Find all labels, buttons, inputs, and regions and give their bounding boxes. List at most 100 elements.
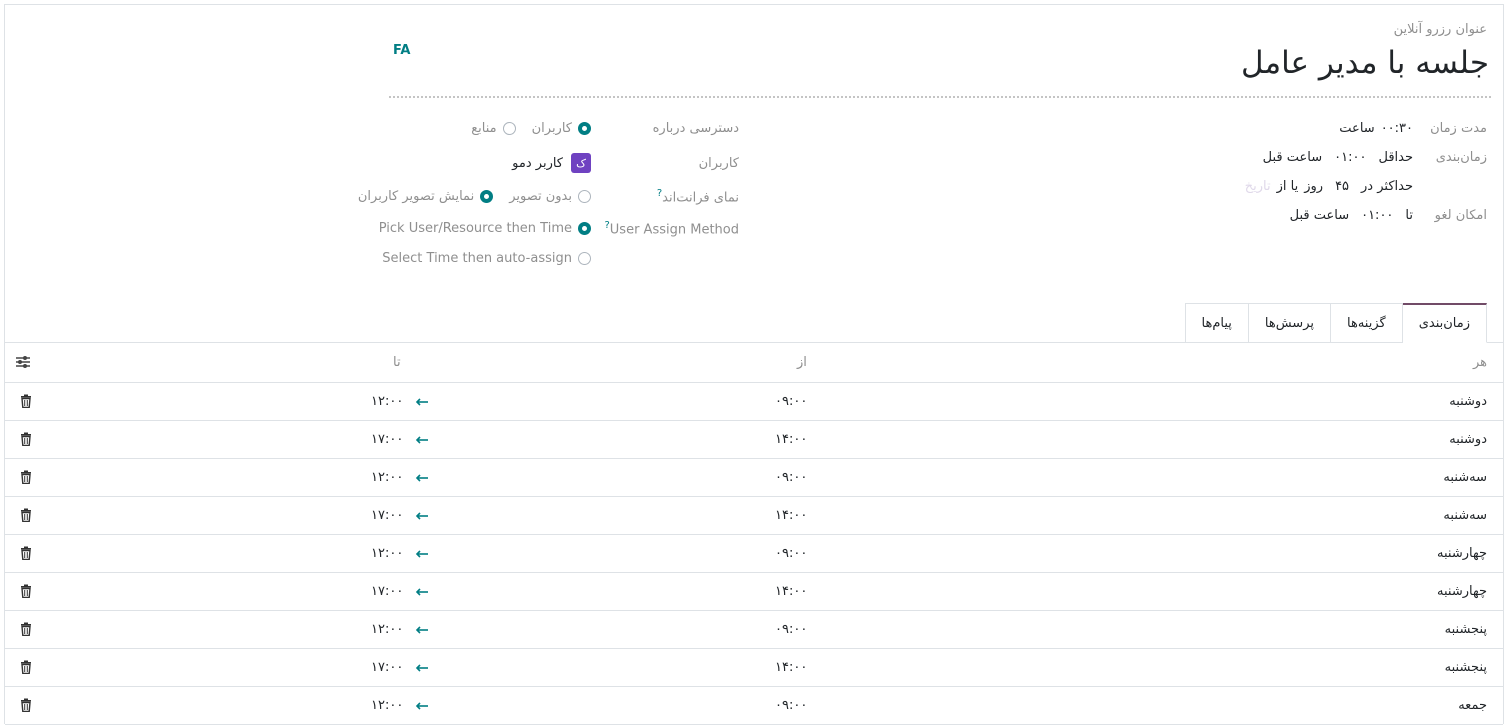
availability-resources-option[interactable]: منابع (471, 121, 516, 136)
row-day[interactable]: چهارشنبه (1437, 584, 1487, 599)
table-row[interactable]: چهارشنبه ۱۴:۰۰ ۱۷:۰۰ (5, 573, 1503, 611)
row-from-time[interactable]: ۱۴:۰۰ (775, 584, 807, 599)
cancel-suffix: ساعت قبل (1289, 208, 1350, 223)
assign-auto-label: Select Time then auto-assign (382, 251, 572, 266)
duration-input[interactable]: ۰۰:۳۰ (1381, 121, 1413, 136)
cancel-prefix: تا (1405, 208, 1413, 223)
row-to-time[interactable]: ۱۲:۰۰ (371, 394, 403, 409)
max-window-prefix: حداکثر در (1361, 179, 1413, 194)
tab-questions[interactable]: پرسش‌ها (1248, 303, 1331, 343)
row-day[interactable]: پنجشنبه (1445, 622, 1487, 637)
frontend-no-picture-option[interactable]: بدون تصویر (509, 189, 591, 204)
trash-icon[interactable] (20, 698, 32, 712)
row-from-time[interactable]: ۱۴:۰۰ (775, 432, 807, 447)
assign-auto-option[interactable]: Select Time then auto-assign (382, 251, 591, 266)
min-schedule-input[interactable]: ۰۱:۰۰ (1334, 150, 1366, 165)
row-day[interactable]: سه‌شنبه (1443, 508, 1487, 523)
row-to-time[interactable]: ۱۲:۰۰ (371, 698, 403, 713)
table-row[interactable]: سه‌شنبه ۱۴:۰۰ ۱۷:۰۰ (5, 497, 1503, 535)
radio-checked-icon[interactable] (578, 122, 591, 135)
row-day[interactable]: دوشنبه (1449, 394, 1487, 409)
tab-schedule[interactable]: زمان‌بندی (1402, 303, 1487, 343)
assign-pick-user-option[interactable]: Pick User/Resource then Time (379, 221, 591, 236)
frontend-show-pictures-option[interactable]: نمایش تصویر کاربران (357, 189, 494, 205)
row-to-time[interactable]: ۱۷:۰۰ (371, 432, 403, 447)
row-from-time[interactable]: ۰۹:۰۰ (775, 470, 807, 485)
table-row[interactable]: جمعه ۰۹:۰۰ ۱۲:۰۰ (5, 687, 1503, 725)
frontend-view-label: نمای فرانت‌اند? (591, 188, 739, 205)
title-input[interactable]: جلسه با مدیر عامل (1241, 45, 1489, 81)
availability-users-option[interactable]: کاربران (532, 121, 591, 136)
scheduling-suffix: ساعت قبل (1262, 150, 1323, 165)
row-to-time[interactable]: ۱۲:۰۰ (371, 546, 403, 561)
cancel-input[interactable]: ۰۱:۰۰ (1361, 208, 1393, 223)
row-from-time[interactable]: ۰۹:۰۰ (775, 622, 807, 637)
title-label: عنوان رزرو آنلاین (1393, 22, 1487, 37)
radio-checked-icon[interactable] (480, 190, 494, 204)
trash-icon[interactable] (20, 432, 32, 446)
trash-icon[interactable] (20, 470, 32, 484)
start-date-input[interactable]: تاریخ (1245, 179, 1271, 194)
row-day[interactable]: چهارشنبه (1437, 546, 1487, 561)
arrow-left-icon (415, 512, 428, 520)
table-row[interactable]: دوشنبه ۱۴:۰۰ ۱۷:۰۰ (5, 421, 1503, 459)
row-day[interactable]: دوشنبه (1449, 432, 1487, 447)
radio-checked-icon[interactable] (578, 222, 591, 236)
arrow-left-icon (415, 588, 428, 596)
column-every[interactable]: هر (1473, 355, 1487, 370)
frontend-view-field: نمای فرانت‌اند? بدون تصویر نمایش تصویر ک… (5, 188, 739, 205)
row-to-time[interactable]: ۱۷:۰۰ (371, 660, 403, 675)
arrow-left-icon (415, 436, 428, 444)
row-from-time[interactable]: ۰۹:۰۰ (775, 546, 807, 561)
table-row[interactable]: دوشنبه ۰۹:۰۰ ۱۲:۰۰ (5, 383, 1503, 421)
tab-options[interactable]: گزینه‌ها (1331, 303, 1403, 343)
title-underline (389, 96, 1491, 98)
user-avatar: ک (571, 153, 591, 173)
duration-unit: ساعت (1339, 121, 1375, 136)
row-to-time[interactable]: ۱۲:۰۰ (371, 470, 403, 485)
row-day[interactable]: پنجشنبه (1445, 660, 1487, 675)
user-tag[interactable]: کاربر دمو (512, 156, 563, 171)
row-day[interactable]: جمعه (1458, 698, 1487, 713)
row-to-time[interactable]: ۱۲:۰۰ (371, 622, 403, 637)
trash-icon[interactable] (20, 394, 32, 408)
max-days-input[interactable]: ۴۵ (1335, 179, 1349, 194)
assign-method-field-2: Select Time then auto-assign (5, 251, 739, 266)
row-day[interactable]: سه‌شنبه (1443, 470, 1487, 485)
trash-icon[interactable] (20, 660, 32, 674)
radio-unchecked-icon[interactable] (502, 122, 516, 135)
frontend-show-pictures-label: نمایش تصویر کاربران (357, 189, 475, 205)
trash-icon[interactable] (20, 584, 32, 598)
column-from[interactable]: از (797, 355, 807, 370)
trash-icon[interactable] (20, 622, 32, 636)
assign-method-label: User Assign Method? (591, 220, 739, 237)
row-from-time[interactable]: ۰۹:۰۰ (775, 394, 807, 409)
table-row[interactable]: پنجشنبه ۱۴:۰۰ ۱۷:۰۰ (5, 649, 1503, 687)
arrow-left-icon (415, 550, 428, 558)
availability-resources-label: منابع (471, 121, 497, 136)
table-row[interactable]: پنجشنبه ۰۹:۰۰ ۱۲:۰۰ (5, 611, 1503, 649)
row-from-time[interactable]: ۰۹:۰۰ (775, 698, 807, 713)
trash-icon[interactable] (20, 508, 32, 522)
arrow-left-icon (415, 664, 428, 672)
trash-icon[interactable] (20, 546, 32, 560)
table-row[interactable]: سه‌شنبه ۰۹:۰۰ ۱۲:۰۰ (5, 459, 1503, 497)
sliders-icon[interactable] (15, 355, 31, 369)
frontend-no-picture-label: بدون تصویر (509, 189, 572, 205)
users-label: کاربران (698, 155, 739, 171)
language-badge[interactable]: FA (393, 43, 410, 58)
radio-unchecked-icon[interactable] (578, 252, 591, 265)
users-field: کاربران ک کاربر دمو (5, 153, 739, 173)
row-from-time[interactable]: ۱۴:۰۰ (775, 660, 807, 675)
column-to[interactable]: تا (393, 355, 401, 370)
table-row[interactable]: چهارشنبه ۰۹:۰۰ ۱۲:۰۰ (5, 535, 1503, 573)
assign-method-field: User Assign Method? Pick User/Resource t… (5, 220, 739, 237)
tab-messages[interactable]: پیام‌ها (1184, 303, 1249, 343)
row-to-time[interactable]: ۱۷:۰۰ (371, 508, 403, 523)
row-to-time[interactable]: ۱۷:۰۰ (371, 584, 403, 599)
row-from-time[interactable]: ۱۴:۰۰ (775, 508, 807, 523)
scheduling-label: زمان‌بندی (1435, 150, 1487, 165)
scheduling-field: زمان‌بندی حداقل ۰۱:۰۰ ساعت قبل (1263, 150, 1487, 165)
radio-unchecked-icon[interactable] (578, 190, 591, 204)
arrow-left-icon (415, 398, 428, 406)
